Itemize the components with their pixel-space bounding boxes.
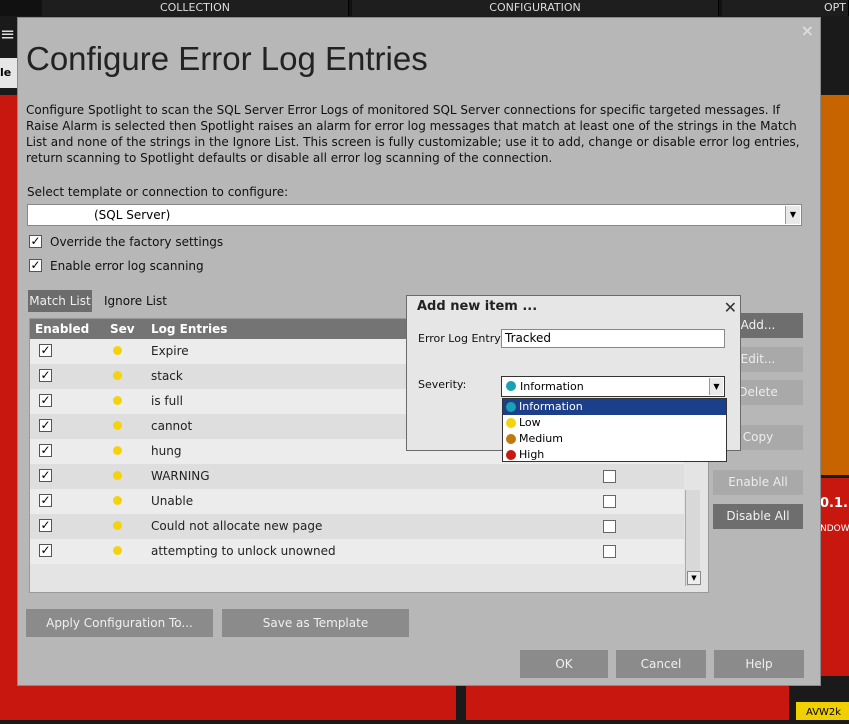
select-template-label: Select template or connection to configu… bbox=[27, 185, 289, 199]
severity-icon bbox=[113, 371, 122, 380]
row-enabled-checkbox[interactable]: ✓ bbox=[39, 519, 52, 532]
tab-options[interactable]: OPT bbox=[722, 0, 849, 16]
severity-dot-icon bbox=[506, 402, 516, 412]
bg-right-label-2: NDOW bbox=[820, 524, 849, 534]
log-entry-text: Unable bbox=[151, 494, 194, 508]
menu-icon[interactable]: ≡ bbox=[0, 26, 15, 46]
disable-all-button[interactable]: Disable All bbox=[713, 504, 803, 529]
severity-option-label: Medium bbox=[519, 432, 563, 445]
error-log-entry-label: Error Log Entry: bbox=[418, 332, 504, 345]
row-enabled-checkbox[interactable]: ✓ bbox=[39, 544, 52, 557]
table-row[interactable]: ✓ attempting to unlock unowned bbox=[30, 539, 684, 564]
tab-ignore-list[interactable]: Ignore List bbox=[104, 290, 167, 312]
severity-dropdown-list: Information Low Medium High bbox=[502, 398, 727, 462]
information-icon bbox=[506, 381, 516, 391]
ok-button[interactable]: OK bbox=[520, 650, 608, 678]
severity-dot-icon bbox=[506, 434, 516, 444]
log-entry-text: is full bbox=[151, 394, 183, 408]
tab-match-list[interactable]: Match List bbox=[28, 290, 92, 312]
table-row[interactable]: ✓ Unable bbox=[30, 489, 684, 514]
row-enabled-checkbox[interactable]: ✓ bbox=[39, 469, 52, 482]
severity-option-label: Information bbox=[519, 400, 583, 413]
log-entry-text: Could not allocate new page bbox=[151, 519, 323, 533]
severity-option[interactable]: High bbox=[503, 447, 726, 463]
severity-dot-icon bbox=[506, 418, 516, 428]
row-enabled-checkbox[interactable]: ✓ bbox=[39, 444, 52, 457]
severity-option[interactable]: Medium bbox=[503, 431, 726, 447]
grid-scrollbar[interactable]: ▼ bbox=[685, 490, 701, 586]
template-select-value: (SQL Server) bbox=[94, 208, 171, 222]
severity-option-label: High bbox=[519, 448, 545, 461]
row-enabled-checkbox[interactable]: ✓ bbox=[39, 419, 52, 432]
enable-scanning-label: Enable error log scanning bbox=[50, 259, 204, 273]
log-entry-text: stack bbox=[151, 369, 183, 383]
table-row[interactable]: ✓ Could not allocate new page bbox=[30, 514, 684, 539]
bg-right-label-1: 0.1.2 bbox=[820, 496, 849, 511]
error-log-entry-input[interactable]: Tracked bbox=[501, 329, 725, 348]
severity-option[interactable]: Information bbox=[503, 399, 726, 415]
severity-icon bbox=[113, 421, 122, 430]
log-entry-text: Expire bbox=[151, 344, 189, 358]
bg-panel-bottom bbox=[0, 684, 456, 720]
row-enabled-checkbox[interactable]: ✓ bbox=[39, 369, 52, 382]
severity-dot-icon bbox=[506, 450, 516, 460]
row-raise-alarm-checkbox[interactable] bbox=[603, 495, 616, 508]
row-enabled-checkbox[interactable]: ✓ bbox=[39, 344, 52, 357]
dialog-description: Configure Spotlight to scan the SQL Serv… bbox=[26, 103, 800, 165]
log-entry-text: attempting to unlock unowned bbox=[151, 544, 336, 558]
bg-panel-left bbox=[0, 95, 17, 720]
override-checkbox[interactable]: ✓ bbox=[29, 235, 42, 248]
bg-left-strip: le bbox=[0, 58, 17, 88]
tab-collection[interactable]: COLLECTION bbox=[42, 0, 349, 16]
template-connection-select[interactable]: (SQL Server) ▼ bbox=[27, 204, 802, 226]
log-entry-text: cannot bbox=[151, 419, 193, 433]
severity-icon bbox=[113, 396, 122, 405]
severity-label: Severity: bbox=[418, 378, 467, 391]
chevron-down-icon[interactable]: ▼ bbox=[785, 206, 800, 224]
popup-close-icon[interactable]: ✕ bbox=[724, 298, 737, 317]
bg-panel-bottom-mid bbox=[466, 684, 789, 720]
log-entry-text: WARNING bbox=[151, 469, 210, 483]
chevron-down-icon[interactable]: ▼ bbox=[709, 378, 723, 395]
log-entry-text: hung bbox=[151, 444, 182, 458]
dialog-close-icon[interactable]: × bbox=[801, 21, 814, 40]
severity-option[interactable]: Low bbox=[503, 415, 726, 431]
severity-icon bbox=[113, 521, 122, 530]
dialog-title: Configure Error Log Entries bbox=[26, 40, 428, 77]
severity-icon bbox=[113, 471, 122, 480]
cancel-button[interactable]: Cancel bbox=[616, 650, 706, 678]
column-enabled[interactable]: Enabled bbox=[35, 319, 89, 339]
override-label: Override the factory settings bbox=[50, 235, 224, 249]
row-enabled-checkbox[interactable]: ✓ bbox=[39, 394, 52, 407]
row-raise-alarm-checkbox[interactable] bbox=[603, 470, 616, 483]
severity-icon bbox=[113, 496, 122, 505]
save-as-template-button[interactable]: Save as Template bbox=[222, 609, 409, 637]
help-button[interactable]: Help bbox=[714, 650, 804, 678]
bg-panel-right-top bbox=[820, 95, 849, 475]
severity-icon bbox=[113, 346, 122, 355]
severity-icon bbox=[113, 546, 122, 555]
severity-option-label: Low bbox=[519, 416, 541, 429]
severity-select-value: Information bbox=[520, 380, 584, 393]
severity-select[interactable]: Information ▼ bbox=[501, 376, 725, 397]
scroll-down-icon[interactable]: ▼ bbox=[687, 571, 701, 585]
popup-title: Add new item ... bbox=[417, 299, 538, 314]
enable-all-button[interactable]: Enable All bbox=[713, 470, 803, 495]
bg-yellow-badge: AVW2k bbox=[796, 702, 849, 720]
enable-scanning-checkbox[interactable]: ✓ bbox=[29, 259, 42, 272]
column-log-entries[interactable]: Log Entries bbox=[151, 319, 227, 339]
tab-configuration[interactable]: CONFIGURATION bbox=[352, 0, 719, 16]
column-sev[interactable]: Sev bbox=[110, 319, 135, 339]
row-enabled-checkbox[interactable]: ✓ bbox=[39, 494, 52, 507]
table-row[interactable]: ✓ WARNING bbox=[30, 464, 684, 489]
apply-configuration-button[interactable]: Apply Configuration To... bbox=[26, 609, 213, 637]
severity-icon bbox=[113, 446, 122, 455]
row-raise-alarm-checkbox[interactable] bbox=[603, 520, 616, 533]
row-raise-alarm-checkbox[interactable] bbox=[603, 545, 616, 558]
app-top-bar: COLLECTION CONFIGURATION OPT bbox=[0, 0, 849, 16]
